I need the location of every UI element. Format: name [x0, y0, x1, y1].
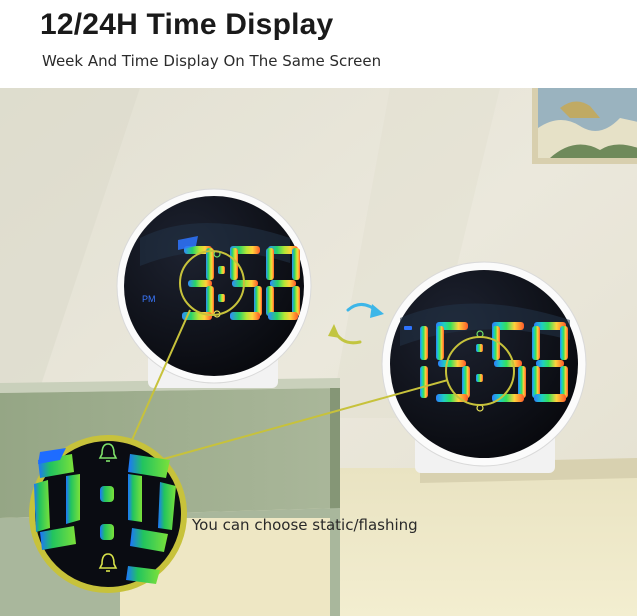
zoom-caption: You can choose static/flashing [192, 516, 418, 534]
page-title: 12/24H Time Display [40, 8, 334, 41]
product-photo: PM [0, 88, 637, 616]
header: 12/24H Time Display Week And Time Displa… [0, 0, 637, 88]
page-subtitle: Week And Time Display On The Same Screen [42, 52, 382, 70]
wall-painting [532, 88, 637, 164]
zoom-detail [29, 435, 187, 593]
clock-left-pm-indicator: PM [142, 294, 156, 304]
